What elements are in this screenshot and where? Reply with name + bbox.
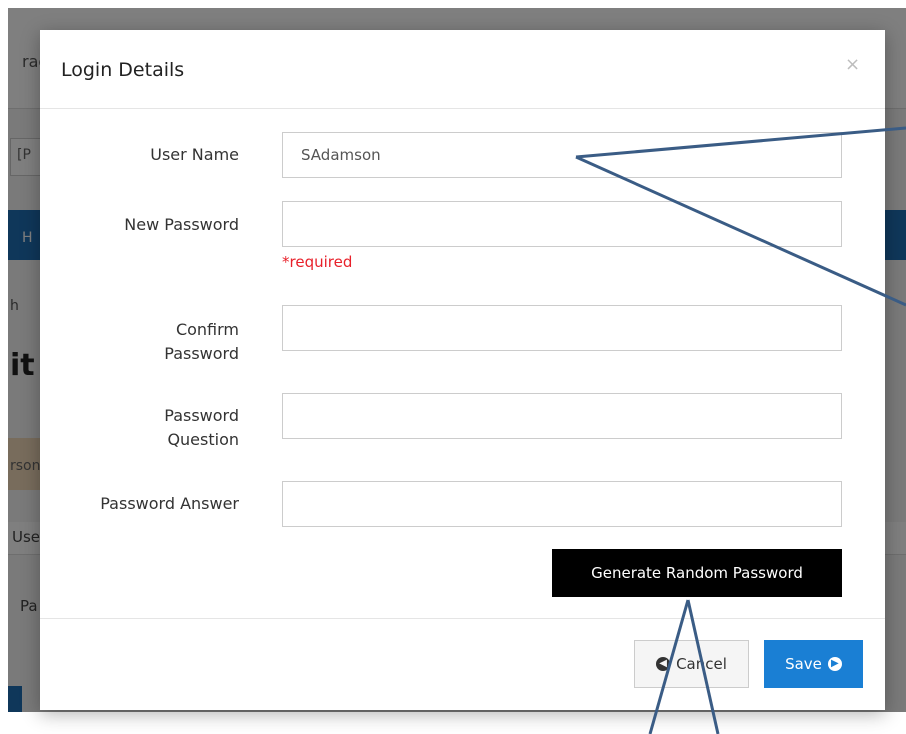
annotation-arrows <box>575 126 906 734</box>
annotation-line <box>648 599 690 734</box>
annotation-line <box>575 126 906 159</box>
annotation-line <box>575 155 906 307</box>
annotation-line <box>686 599 720 734</box>
